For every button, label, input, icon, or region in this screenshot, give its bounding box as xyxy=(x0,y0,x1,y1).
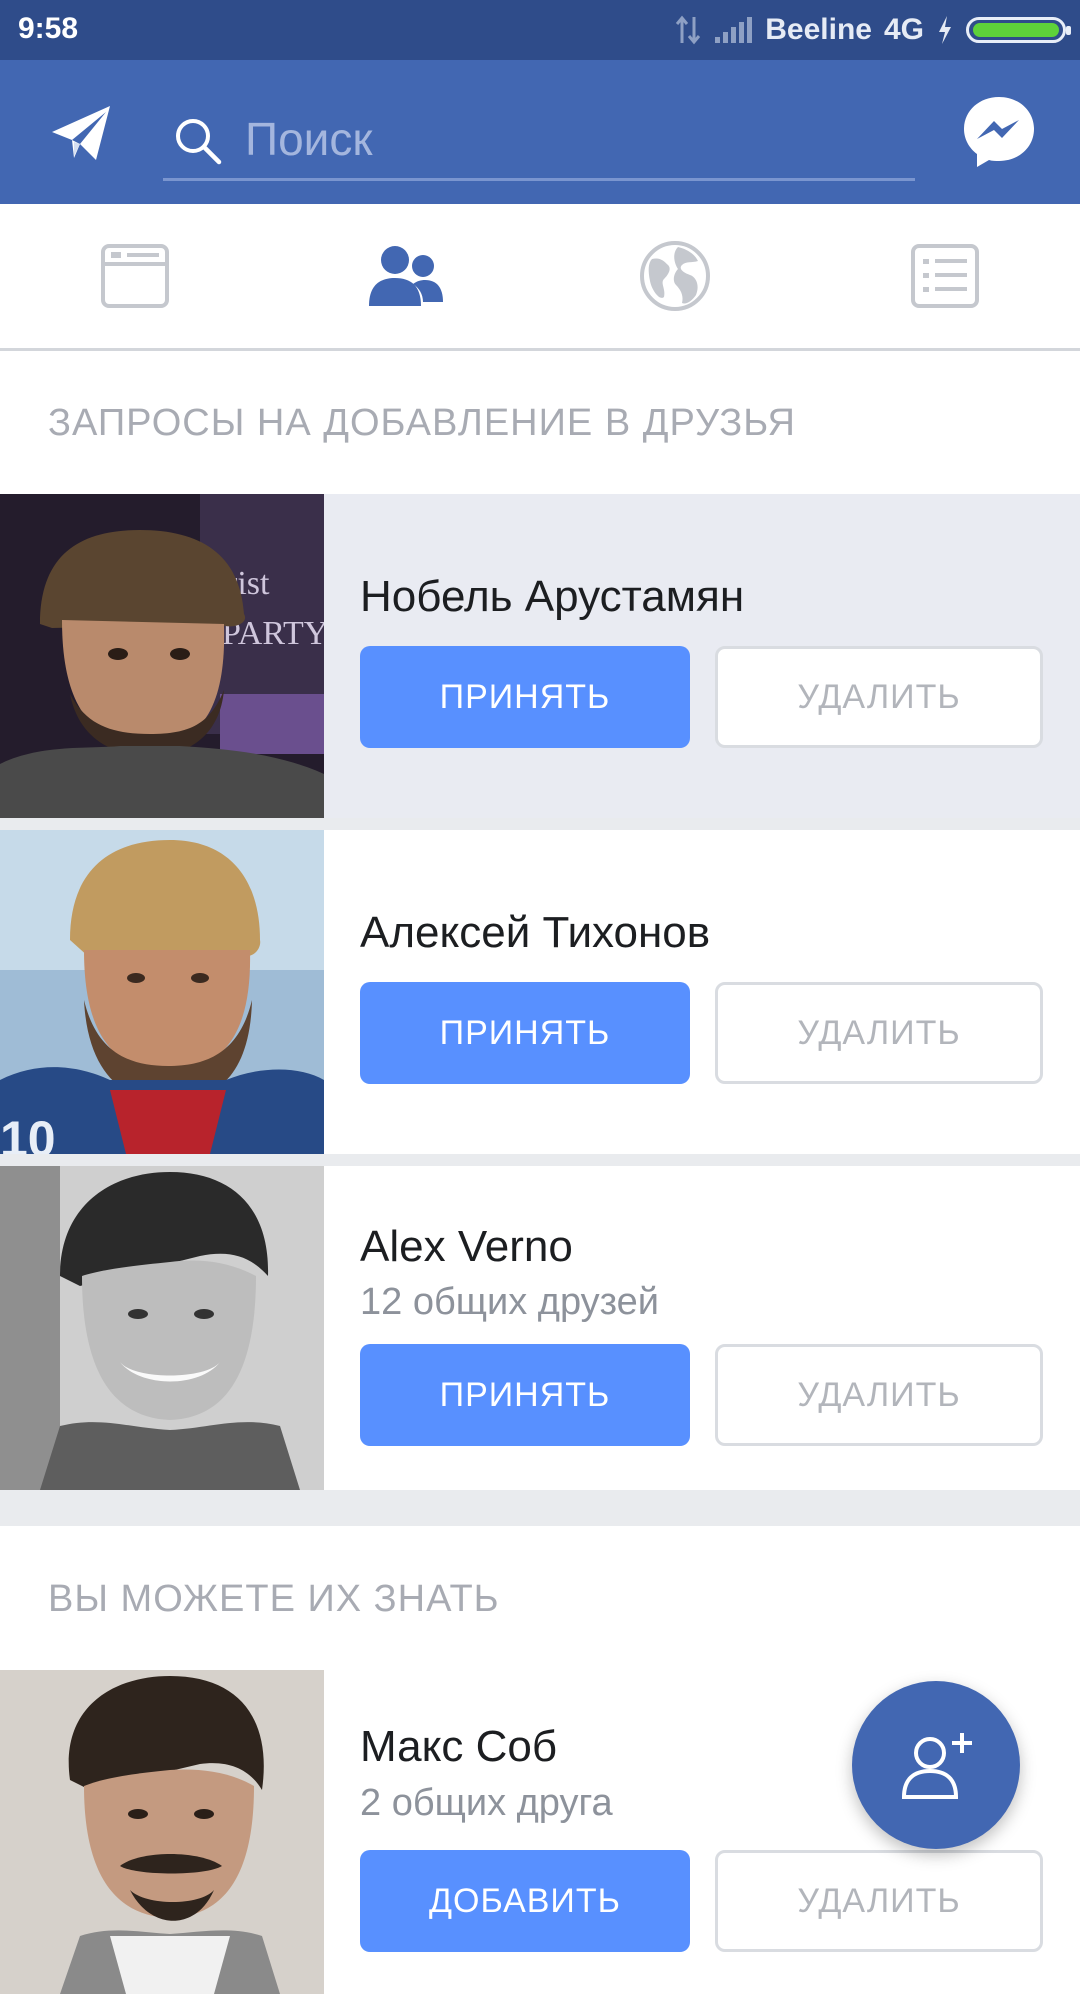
charging-icon xyxy=(939,16,951,44)
friend-name[interactable]: Нобель Арустамян xyxy=(360,572,744,622)
avatar[interactable] xyxy=(0,1670,324,1994)
tab-bar xyxy=(0,204,1080,351)
accept-button[interactable]: ПРИНЯТЬ xyxy=(360,1344,690,1446)
section-title-requests: ЗАПРОСЫ НА ДОБАВЛЕНИЕ В ДРУЗЬЯ xyxy=(48,402,796,444)
divider xyxy=(0,1154,1080,1166)
friend-name[interactable]: Алексей Тихонов xyxy=(360,908,710,958)
add-friend-icon xyxy=(901,1733,972,1799)
delete-button[interactable]: УДАЛИТЬ xyxy=(715,1344,1043,1446)
section-title-suggestions: ВЫ МОЖЕТЕ ИХ ЗНАТЬ xyxy=(48,1578,500,1620)
status-bar: 9:58 Beeline 4G xyxy=(0,0,1080,60)
tab-friends[interactable] xyxy=(270,204,540,348)
delete-button[interactable]: УДАЛИТЬ xyxy=(715,1850,1043,1952)
accept-button[interactable]: ПРИНЯТЬ xyxy=(360,646,690,748)
search-bar[interactable] xyxy=(163,100,915,181)
delete-button[interactable]: УДАЛИТЬ xyxy=(715,982,1043,1084)
add-friend-button[interactable]: ДОБАВИТЬ xyxy=(360,1850,690,1952)
search-icon xyxy=(173,116,223,166)
divider xyxy=(0,818,1080,830)
friend-request-card: Alex Verno 12 общих друзей ПРИНЯТЬ УДАЛИ… xyxy=(0,1166,1080,1490)
paper-plane-icon[interactable] xyxy=(46,98,116,168)
battery-level xyxy=(973,23,1059,37)
carrier-name: Beeline xyxy=(765,13,872,46)
avatar[interactable]: 10 xyxy=(0,830,324,1154)
divider xyxy=(0,1490,1080,1526)
data-transfer-icon xyxy=(676,15,701,45)
friend-name[interactable]: Макс Соб xyxy=(360,1722,557,1772)
accept-button[interactable]: ПРИНЯТЬ xyxy=(360,982,690,1084)
status-time: 9:58 xyxy=(18,12,79,45)
status-icons: Beeline 4G xyxy=(675,10,1071,50)
friend-request-card: rist PARTY Нобель Арустамян ПРИНЯТЬ УДАЛ… xyxy=(0,494,1080,818)
friend-request-card: 10 Алексей Тихонов ПРИНЯТЬ УДАЛИТЬ xyxy=(0,830,1080,1154)
tab-news-feed[interactable] xyxy=(0,204,270,348)
signal-icon xyxy=(715,17,753,43)
messenger-icon[interactable] xyxy=(961,94,1037,170)
news-feed-icon xyxy=(101,244,169,308)
mutual-friends[interactable]: 12 общих друзей xyxy=(360,1281,659,1324)
friends-icon xyxy=(369,246,443,306)
friend-name[interactable]: Alex Verno xyxy=(360,1222,573,1272)
avatar[interactable]: rist PARTY xyxy=(0,494,324,818)
add-friend-fab[interactable] xyxy=(852,1681,1020,1849)
svg-text:10: 10 xyxy=(0,1111,56,1154)
app-header xyxy=(0,60,1080,204)
delete-button[interactable]: УДАЛИТЬ xyxy=(715,646,1043,748)
mutual-friends[interactable]: 2 общих друга xyxy=(360,1782,613,1825)
globe-icon xyxy=(640,241,710,311)
search-input[interactable] xyxy=(243,100,897,178)
tab-globe[interactable] xyxy=(540,204,810,348)
avatar[interactable] xyxy=(0,1166,324,1490)
menu-list-icon xyxy=(911,244,979,308)
tab-menu[interactable] xyxy=(810,204,1080,348)
network-type: 4G xyxy=(883,13,924,46)
battery-icon xyxy=(966,17,1071,43)
